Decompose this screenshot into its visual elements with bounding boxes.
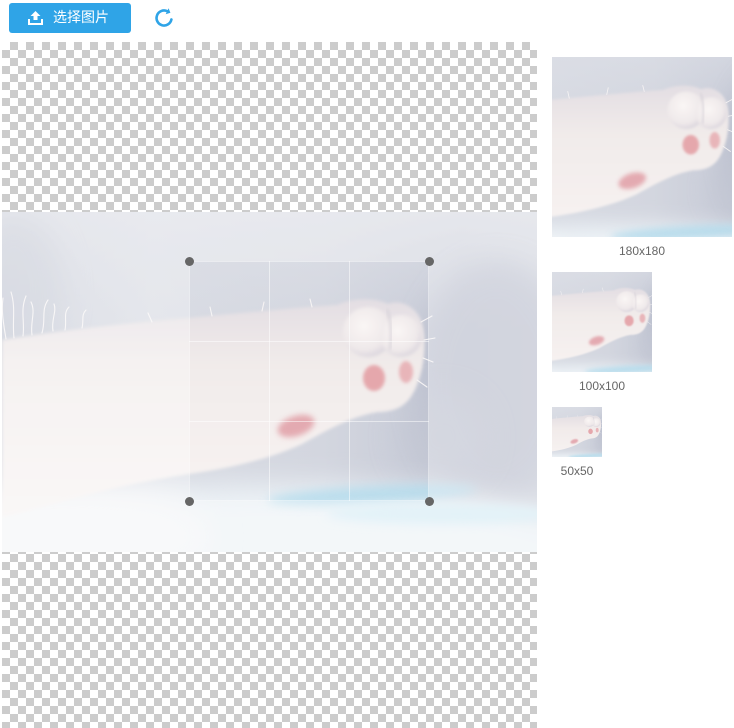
- cropper-container[interactable]: [2, 42, 537, 728]
- preview-label-large: 180x180: [618, 244, 666, 258]
- select-image-button[interactable]: 选择图片: [9, 3, 131, 33]
- crop-handle-top-left[interactable]: [184, 256, 194, 266]
- preview-label-small: 50x50: [560, 464, 594, 478]
- refresh-icon: [155, 8, 173, 27]
- preview-large: [552, 57, 732, 237]
- crop-grid-line: [269, 261, 270, 501]
- refresh-button[interactable]: [152, 6, 176, 30]
- preview-label-medium: 100x100: [578, 379, 626, 393]
- preview-item-large: 180x180: [552, 57, 732, 261]
- preview-small: [552, 407, 602, 457]
- preview-panel: 180x180 100x100 50x50: [552, 57, 732, 492]
- crop-grid-line: [189, 421, 429, 422]
- select-image-label: 选择图片: [53, 10, 109, 26]
- upload-icon: [27, 10, 44, 26]
- crop-handle-bottom-left[interactable]: [184, 496, 194, 506]
- crop-grid-line: [349, 261, 350, 501]
- preview-item-medium: 100x100: [552, 272, 652, 396]
- crop-grid-line: [189, 341, 429, 342]
- crop-box[interactable]: [184, 256, 434, 506]
- crop-handle-top-right[interactable]: [424, 256, 434, 266]
- cropper-canvas[interactable]: [2, 212, 537, 552]
- preview-item-small: 50x50: [552, 407, 602, 481]
- crop-handle-bottom-right[interactable]: [424, 496, 434, 506]
- preview-medium: [552, 272, 652, 372]
